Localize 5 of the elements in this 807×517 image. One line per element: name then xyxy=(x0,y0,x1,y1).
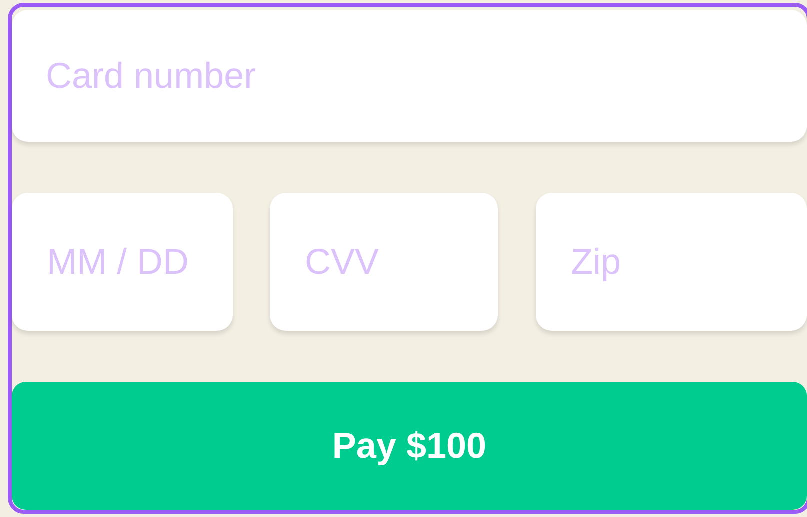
card-number-field[interactable]: Card number xyxy=(12,10,807,142)
input-field[interactable]: Zip xyxy=(536,193,807,331)
pay-button[interactable]: Pay $100 xyxy=(12,382,807,510)
input-field[interactable]: CVV xyxy=(270,193,498,331)
input-field[interactable]: MM / DD xyxy=(12,193,233,331)
